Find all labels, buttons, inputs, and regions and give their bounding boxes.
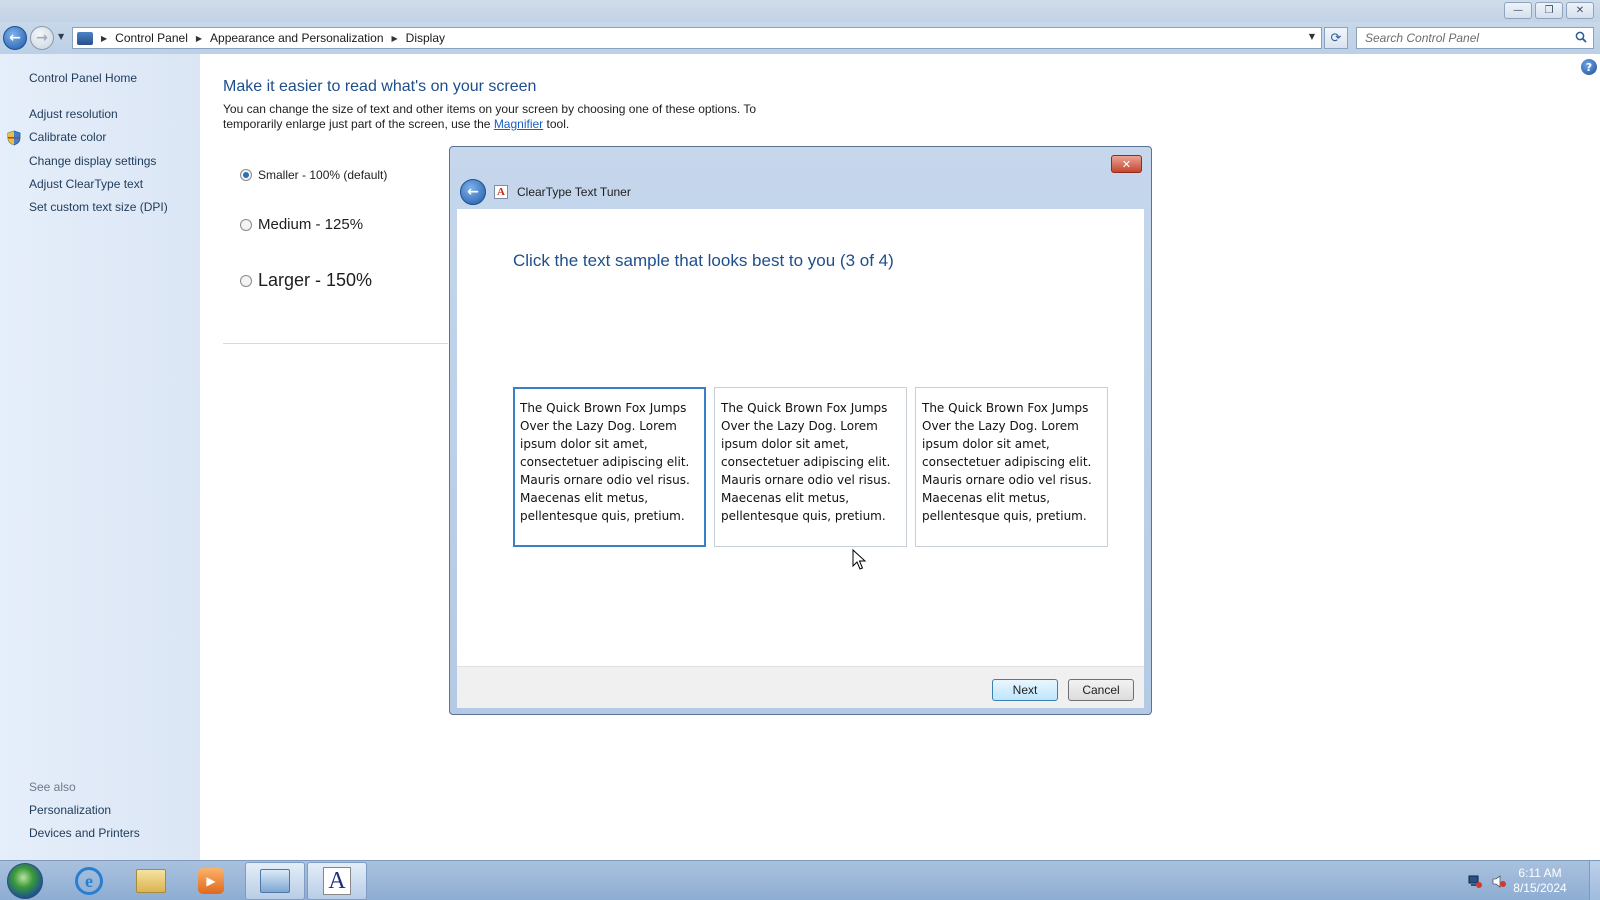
address-field[interactable]: ▶ Control Panel ▶ Appearance and Persona… [72, 27, 1322, 49]
sidebar-link-control-panel-home[interactable]: Control Panel Home [29, 71, 137, 85]
breadcrumb-display[interactable]: Display [406, 31, 445, 45]
control-panel-icon [77, 31, 93, 45]
option-larger-label: Larger - 150% [258, 270, 373, 290]
left-nav-pane: Control Panel Home Adjust resolution Cal… [0, 54, 200, 860]
font-a-icon: A [323, 867, 351, 895]
taskbar-file-explorer[interactable] [121, 862, 181, 900]
address-dropdown-icon[interactable]: ▼ [1309, 32, 1315, 41]
mouse-cursor-icon [852, 549, 866, 570]
search-icon[interactable] [1575, 31, 1587, 43]
breadcrumb-appearance[interactable]: Appearance and Personalization [210, 31, 383, 45]
show-desktop-button[interactable] [1589, 861, 1600, 900]
sidebar-link-adjust-cleartype[interactable]: Adjust ClearType text [29, 177, 143, 191]
divider [223, 343, 448, 344]
window-controls: — ❐ ✕ [1504, 2, 1594, 19]
window-titlebar: — ❐ ✕ [0, 0, 1600, 22]
media-player-icon: ▶ [198, 868, 224, 894]
chevron-right-icon[interactable]: ▶ [392, 34, 398, 43]
radio-medium[interactable] [240, 218, 252, 231]
clock-time: 6:11 AM [1518, 866, 1562, 880]
dialog-title: ClearType Text Tuner [517, 185, 631, 199]
text-sample-1[interactable]: The Quick Brown Fox Jumps Over the Lazy … [513, 387, 706, 547]
network-icon[interactable] [1468, 875, 1482, 888]
see-also-heading: See also [29, 780, 76, 794]
dialog-heading: Click the text sample that looks best to… [513, 251, 894, 270]
search-input[interactable]: Search Control Panel [1356, 27, 1594, 49]
taskbar-internet-explorer[interactable]: e [59, 862, 119, 900]
close-icon: ✕ [1121, 157, 1132, 171]
refresh-icon: ⟳ [1330, 30, 1342, 46]
help-icon[interactable]: ? [1581, 59, 1597, 75]
description-text: You can change the size of text and othe… [223, 102, 757, 131]
forward-arrow-icon: → [36, 30, 48, 46]
address-toolbar: ← → ▼ ▶ Control Panel ▶ Appearance and P… [0, 22, 1600, 54]
sidebar-link-adjust-resolution[interactable]: Adjust resolution [29, 107, 118, 121]
sidebar-link-personalization[interactable]: Personalization [29, 803, 111, 817]
start-button[interactable] [7, 863, 43, 899]
option-smaller-label: Smaller - 100% (default) [258, 168, 388, 182]
option-larger[interactable]: Larger - 150% [240, 270, 372, 291]
taskbar-control-panel[interactable] [245, 862, 305, 900]
system-clock[interactable]: 6:11 AM 8/15/2024 [1502, 866, 1578, 896]
option-medium-label: Medium - 125% [258, 216, 364, 233]
internet-explorer-icon: e [75, 867, 103, 895]
forward-button[interactable]: → [30, 26, 54, 50]
sidebar-link-devices-printers[interactable]: Devices and Printers [29, 826, 140, 840]
sidebar-link-change-display-settings[interactable]: Change display settings [29, 154, 156, 168]
minimize-button[interactable]: — [1504, 2, 1532, 19]
cancel-button[interactable]: Cancel [1068, 679, 1134, 701]
next-button[interactable]: Next [992, 679, 1058, 701]
recent-pages-dropdown-icon[interactable]: ▼ [58, 32, 64, 41]
close-window-button[interactable]: ✕ [1566, 2, 1594, 19]
back-button[interactable]: ← [3, 26, 27, 50]
description-text-end: tool. [543, 117, 570, 131]
sidebar-link-calibrate-color[interactable]: Calibrate color [29, 130, 106, 144]
dialog-footer: Next Cancel [457, 666, 1144, 708]
taskbar-media-player[interactable]: ▶ [181, 862, 241, 900]
text-sample-3[interactable]: The Quick Brown Fox Jumps Over the Lazy … [915, 387, 1108, 547]
page-title: Make it easier to read what's on your sc… [223, 78, 537, 95]
text-sample-2[interactable]: The Quick Brown Fox Jumps Over the Lazy … [714, 387, 907, 547]
control-panel-icon [260, 869, 290, 893]
maximize-button[interactable]: ❐ [1535, 2, 1563, 19]
clock-date: 8/15/2024 [1513, 881, 1567, 895]
dialog-body: Click the text sample that looks best to… [457, 209, 1144, 666]
chevron-right-icon[interactable]: ▶ [196, 34, 202, 43]
folder-icon [136, 869, 166, 893]
dialog-back-button[interactable]: ← [460, 179, 486, 205]
chevron-right-icon[interactable]: ▶ [101, 34, 107, 43]
radio-larger[interactable] [240, 274, 252, 287]
taskbar-cleartype-tuner[interactable]: A [307, 862, 367, 900]
back-arrow-icon: ← [467, 184, 479, 200]
dialog-close-button[interactable]: ✕ [1111, 155, 1142, 173]
option-smaller[interactable]: Smaller - 100% (default) [240, 168, 387, 182]
refresh-button[interactable]: ⟳ [1324, 27, 1348, 49]
cleartype-dialog: ✕ ← A ClearType Text Tuner Click the tex… [449, 146, 1152, 715]
breadcrumb-control-panel[interactable]: Control Panel [115, 31, 188, 45]
shield-icon [7, 130, 21, 146]
radio-smaller[interactable] [240, 169, 252, 181]
page-description: You can change the size of text and othe… [223, 102, 783, 132]
option-medium[interactable]: Medium - 125% [240, 216, 363, 233]
sidebar-link-custom-text-size[interactable]: Set custom text size (DPI) [29, 200, 168, 214]
taskbar: e ▶ A 6:11 AM 8/15/2024 [0, 860, 1600, 900]
search-placeholder: Search Control Panel [1365, 31, 1480, 45]
cleartype-app-icon: A [494, 185, 508, 199]
back-arrow-icon: ← [9, 30, 21, 46]
magnifier-link[interactable]: Magnifier [494, 117, 543, 131]
